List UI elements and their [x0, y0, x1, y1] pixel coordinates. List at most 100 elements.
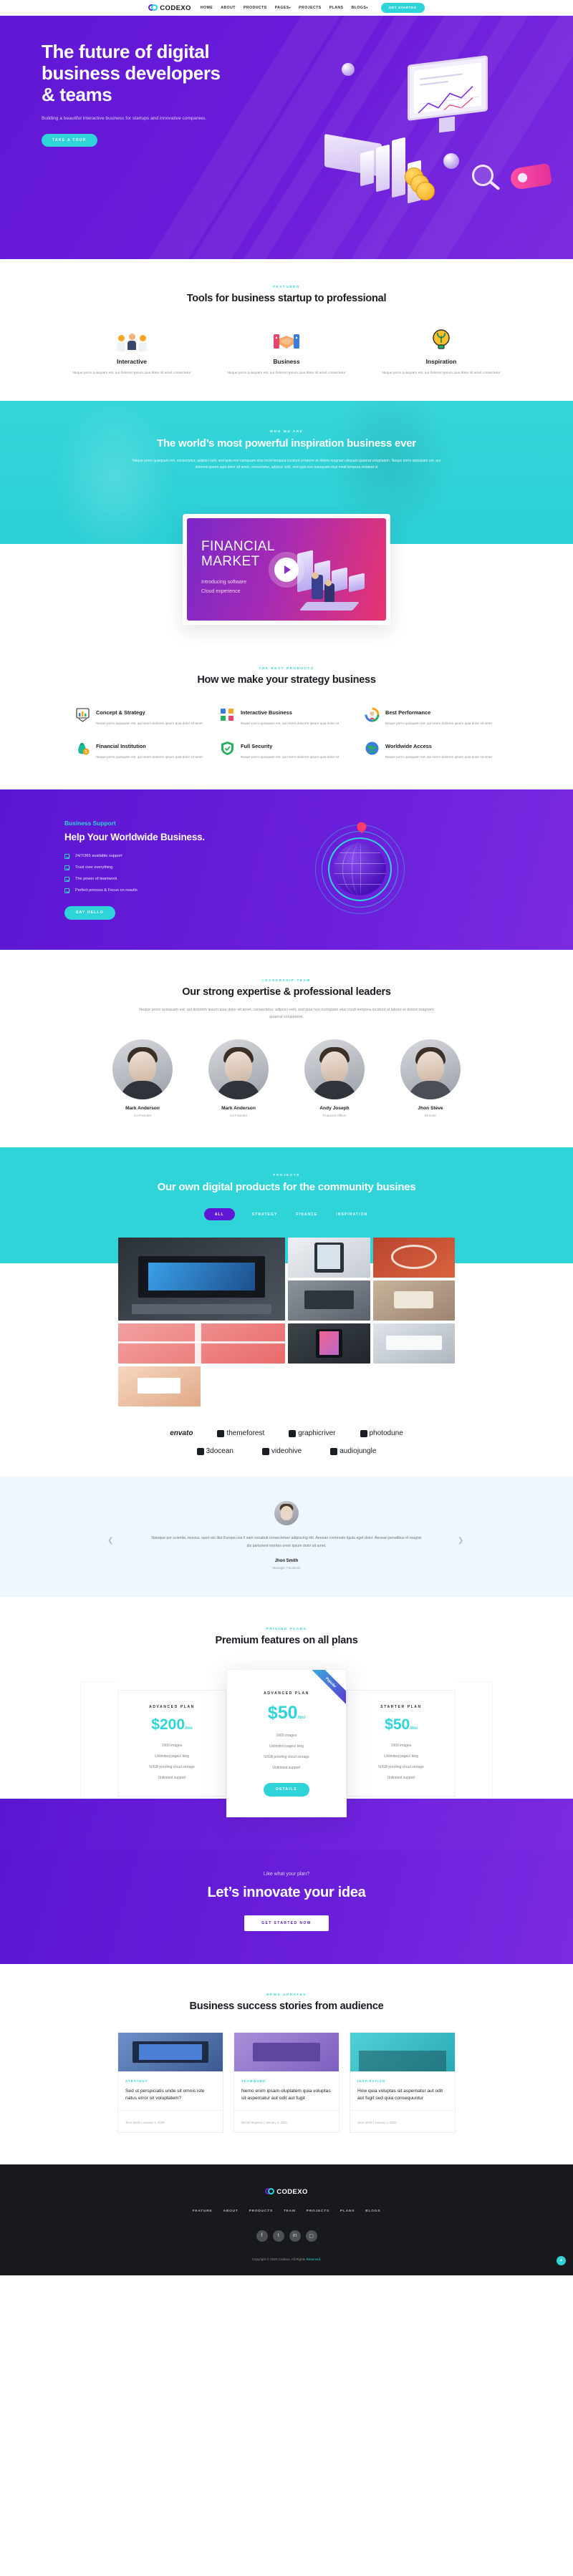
- tab-all[interactable]: ALL: [203, 1208, 235, 1221]
- brand-logo-videohive[interactable]: videohive: [261, 1447, 302, 1455]
- product-item-interactive-business[interactable]: Interactive Business Neque porro quisqua…: [220, 707, 353, 726]
- 3docean-mark-icon: [196, 1447, 204, 1455]
- brand-logo-3docean[interactable]: 3docean: [196, 1447, 233, 1455]
- footer-nav-team[interactable]: TEAM: [284, 2210, 296, 2213]
- pricing-card-advanced-popular[interactable]: Popular ADVANCED PLAN $50/mo 1000 images…: [226, 1668, 347, 1817]
- plan-feature: 1000 images: [390, 1743, 412, 1748]
- gallery-item[interactable]: [372, 1238, 455, 1278]
- brand-logo[interactable]: CODEXO: [148, 4, 191, 13]
- twitter-icon[interactable]: t: [272, 2230, 284, 2242]
- nav-item-projects[interactable]: PROJECTS: [299, 6, 322, 10]
- nav-item-about[interactable]: ABOUT: [221, 6, 236, 10]
- plan-feature: 1000 images: [276, 1733, 297, 1738]
- support-list-item: 24/7/365 available support: [64, 853, 294, 859]
- bestproducts-title: How we make your strategy business: [197, 674, 376, 686]
- footer-nav-blogs[interactable]: BLOGS: [365, 2210, 380, 2213]
- footer-nav-products[interactable]: PRODUCTS: [249, 2210, 273, 2213]
- footer-nav-plans[interactable]: PLANS: [340, 2210, 355, 2213]
- gallery-item[interactable]: [288, 1323, 370, 1364]
- instagram-icon[interactable]: ▢: [305, 2230, 317, 2242]
- product-item-financial-institution[interactable]: $ Financial Institution Neque porro quis…: [75, 741, 208, 760]
- product-item-concept-strategy[interactable]: Concept & Strategy Neque porro quisquam …: [75, 707, 208, 726]
- support-tag: Business Support: [64, 819, 116, 827]
- brand-logo-envato[interactable]: envato: [170, 1429, 193, 1437]
- tab-strategy[interactable]: STRATEGY: [251, 1209, 279, 1220]
- footer-nav-feature[interactable]: FEATURE: [193, 2210, 213, 2213]
- footer-nav-about[interactable]: ABOUT: [223, 2210, 239, 2213]
- blog-card[interactable]: INSPIRATION How quia voluptas sit aspern…: [350, 2031, 456, 2133]
- nav-item-home[interactable]: HOME: [201, 6, 213, 10]
- brand-logo-graphicriver[interactable]: graphicriver: [289, 1429, 336, 1437]
- projects-gallery: [118, 1238, 455, 1407]
- feature-title: Business: [273, 357, 300, 365]
- blog-category: STRATEGY: [125, 2079, 148, 2083]
- feature-card-inspiration[interactable]: Inspiration Neque porro quisquam est, qu…: [380, 327, 502, 376]
- hero-title: The future of digital business developer…: [42, 41, 221, 106]
- member-role: Co-Founder: [229, 1113, 248, 1117]
- gallery-item[interactable]: [372, 1280, 455, 1321]
- gallery-item[interactable]: [288, 1280, 370, 1321]
- brand-name: CODEXO: [160, 4, 191, 12]
- pricing-card-starter[interactable]: STARTER PLAN $50/mo 1000 images Unlimite…: [347, 1689, 456, 1797]
- globe-icon: [365, 741, 380, 756]
- product-text: Neque porro quisquam est, qui lorem dolo…: [96, 721, 203, 726]
- plan-feature: 50GB proofing cloud storage: [149, 1764, 195, 1769]
- tab-finance[interactable]: FINANCE: [294, 1209, 319, 1220]
- product-item-worldwide-access[interactable]: Worldwide Access Neque porro quisquam es…: [365, 741, 498, 760]
- nav-item-plans[interactable]: PLANS: [329, 6, 344, 10]
- team-member[interactable]: Jhon Steve Director: [390, 1039, 471, 1117]
- brand-logo-photodune[interactable]: photodune: [360, 1429, 403, 1437]
- chevron-right-icon[interactable]: ❯: [458, 1537, 466, 1545]
- gallery-item[interactable]: [118, 1366, 201, 1407]
- brand-logo-themeforest[interactable]: themeforest: [217, 1429, 264, 1437]
- product-title: Interactive Business: [241, 709, 292, 716]
- team-member[interactable]: Mark Anderson Co-Founder: [102, 1039, 183, 1117]
- linkedin-icon[interactable]: in: [289, 2230, 301, 2242]
- feature-card-interactive[interactable]: Interactive Neque porro quisquam est, qu…: [71, 327, 193, 376]
- footer-brand-logo[interactable]: CODEXO: [0, 2187, 573, 2197]
- take-a-tour-button[interactable]: TAKE A TOUR: [42, 134, 97, 147]
- team-member[interactable]: Andy Joseph Financial Officer: [294, 1039, 375, 1117]
- copyright-link[interactable]: Reserved.: [306, 2257, 321, 2261]
- member-role: Financial Officer: [322, 1113, 347, 1117]
- play-icon[interactable]: [274, 557, 299, 582]
- pricing-card-advanced-left[interactable]: ADVANCED PLAN $200/mo 1000 images Unlimi…: [117, 1689, 226, 1797]
- video-card[interactable]: FINANCIAL MARKET Introducing software Cl…: [183, 514, 390, 626]
- blog-card[interactable]: STRATEGY Sed ut perspiciatis unde sit om…: [117, 2031, 223, 2133]
- shield-icon: [220, 741, 235, 756]
- product-item-full-security[interactable]: Full Security Neque porro quisquam est, …: [220, 741, 353, 760]
- hero-subtitle: Building a beautiful interactive busines…: [42, 116, 207, 122]
- nav-item-blogs[interactable]: BLOGS▾: [352, 6, 368, 10]
- money-bag-icon: $: [75, 741, 90, 756]
- main-nav: HOME ABOUT PRODUCTS PAGES▾ PROJECTS PLAN…: [201, 6, 368, 10]
- footer-nav-projects[interactable]: PROJECTS: [307, 2210, 329, 2213]
- product-item-best-performance[interactable]: Best Performance Neque porro quisquam es…: [365, 707, 498, 726]
- plan-feature: Unlimited pages/ blog: [154, 1754, 190, 1759]
- gallery-item[interactable]: [288, 1238, 370, 1278]
- get-started-button[interactable]: GET STARTED: [380, 3, 425, 13]
- nav-item-pages[interactable]: PAGES▾: [275, 6, 292, 10]
- tab-inspiration[interactable]: INSPIRATION: [334, 1209, 369, 1220]
- arrow-up-icon[interactable]: ▲: [557, 2255, 566, 2265]
- member-name: Mark Anderson: [125, 1105, 160, 1111]
- projects-filter-tabs: ALL STRATEGY FINANCE INSPIRATION: [0, 1208, 573, 1221]
- nav-item-products[interactable]: PRODUCTS: [244, 6, 267, 10]
- get-started-now-button[interactable]: GET STARTED NOW: [244, 1915, 329, 1931]
- brand-row-2: 3docean videohive audiojungle: [0, 1447, 573, 1455]
- say-hello-button[interactable]: SAY HELLO: [64, 905, 115, 920]
- feature-card-business[interactable]: Business Neque porro quisquam est, qui d…: [226, 327, 347, 376]
- feature-title: Inspiration: [425, 357, 457, 365]
- support-item-label: 24/7/365 available support: [75, 854, 122, 859]
- blog-image: [350, 2032, 455, 2071]
- codexo-logo-icon: [148, 4, 158, 13]
- facebook-icon[interactable]: f: [256, 2230, 268, 2242]
- blog-card[interactable]: TEAMWORK Nemo enim ipsam oluptatem quia …: [233, 2031, 340, 2133]
- brand-logo-audiojungle[interactable]: audiojungle: [330, 1447, 376, 1455]
- gallery-item[interactable]: [118, 1238, 285, 1321]
- chevron-left-icon[interactable]: ❮: [107, 1537, 115, 1545]
- team-member[interactable]: Mark Anderson Co-Founder: [198, 1039, 279, 1117]
- gallery-item[interactable]: [118, 1323, 285, 1364]
- gallery-item[interactable]: [372, 1323, 455, 1364]
- plan-details-button[interactable]: DETAILS: [264, 1782, 309, 1797]
- site-header: CODEXO HOME ABOUT PRODUCTS PAGES▾ PROJEC…: [0, 0, 573, 16]
